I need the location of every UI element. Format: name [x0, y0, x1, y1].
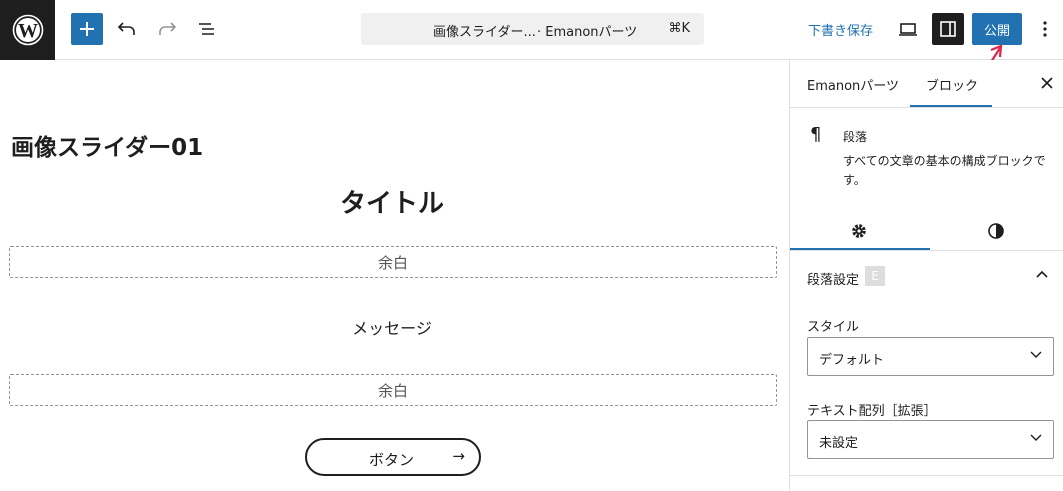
svg-text:W: W: [18, 20, 38, 42]
text-align-select[interactable]: 未設定: [807, 420, 1054, 459]
wordpress-logo-icon: W: [12, 14, 43, 46]
laptop-preview-icon: [899, 23, 917, 36]
command-palette-bar[interactable]: 画像スライダー... · Emanonパーツ ⌘K: [361, 13, 704, 45]
document-overview-icon: [199, 23, 214, 35]
tab-settings[interactable]: [790, 217, 927, 245]
settings-sidebar: Emanonパーツ ブロック ¶ 段落 すべての文章の基本の構成ブロックです。: [789, 60, 1063, 491]
spacer-block[interactable]: 余白: [9, 246, 777, 278]
block-description: すべての文章の基本の構成ブロックです。: [843, 154, 1046, 187]
spacer-block[interactable]: 余白: [9, 374, 777, 406]
block-inspector-tabs: [790, 211, 1063, 251]
undo-button[interactable]: [112, 14, 142, 44]
undo-icon: [117, 22, 135, 35]
block-name: 段落: [843, 130, 868, 144]
paragraph-block[interactable]: メッセージ: [0, 315, 784, 339]
close-sidebar-button[interactable]: [1038, 74, 1056, 92]
command-shortcut: ⌘K: [668, 21, 690, 36]
editor-header: W 画像スライダー... · Emanonパーツ ⌘K 下書き保存 公開: [0, 0, 1063, 60]
wordpress-logo-button[interactable]: W: [0, 0, 55, 60]
style-select-value: デフォルト: [819, 353, 885, 368]
panel-heading[interactable]: 段落設定: [807, 269, 859, 288]
emanon-badge: E: [865, 266, 885, 286]
button-block-label: ボタン: [369, 451, 415, 469]
add-block-button[interactable]: [71, 13, 103, 45]
tab-block[interactable]: ブロック: [926, 75, 978, 94]
heading-block[interactable]: タイトル: [0, 183, 784, 220]
text-align-label: テキスト配列［拡張］: [807, 404, 937, 419]
document-type: · Emanonパーツ: [537, 25, 638, 40]
preview-button[interactable]: [893, 14, 923, 44]
chevron-up-icon[interactable]: [1036, 270, 1048, 278]
block-card: ¶ 段落 すべての文章の基本の構成ブロックです。: [790, 108, 1063, 211]
paragraph-icon: ¶: [810, 124, 822, 145]
tab-emanon-parts[interactable]: Emanonパーツ: [807, 75, 899, 94]
document-overview-button[interactable]: [192, 14, 222, 44]
contrast-icon: [987, 223, 1004, 239]
redo-button[interactable]: [152, 14, 182, 44]
style-label: スタイル: [807, 320, 860, 335]
divider: [790, 475, 1063, 476]
post-title[interactable]: 画像スライダー01: [11, 128, 203, 162]
chevron-down-icon: [1030, 351, 1042, 358]
save-draft-button[interactable]: 下書き保存: [808, 20, 873, 39]
settings-sidebar-toggle[interactable]: [932, 13, 964, 45]
more-vertical-icon: [1043, 21, 1047, 37]
close-icon: [1041, 77, 1053, 89]
style-select[interactable]: デフォルト: [807, 337, 1054, 376]
sidebar-toggle-icon: [940, 21, 956, 37]
chevron-down-icon: [1030, 434, 1042, 441]
sidebar-tabs: Emanonパーツ ブロック: [790, 60, 1063, 108]
button-block[interactable]: ボタン →: [305, 438, 481, 476]
arrow-right-icon: →: [452, 447, 465, 465]
text-align-select-value: 未設定: [819, 436, 859, 451]
plus-icon: [80, 22, 94, 36]
gear-icon: [851, 224, 866, 238]
publish-button[interactable]: 公開: [972, 13, 1022, 45]
redo-icon: [159, 22, 177, 35]
active-tab-indicator: [910, 105, 992, 107]
tab-styles[interactable]: [927, 217, 1063, 245]
active-subtab-indicator: [790, 248, 930, 250]
document-title: 画像スライダー...: [433, 25, 536, 40]
options-button[interactable]: [1032, 14, 1058, 44]
